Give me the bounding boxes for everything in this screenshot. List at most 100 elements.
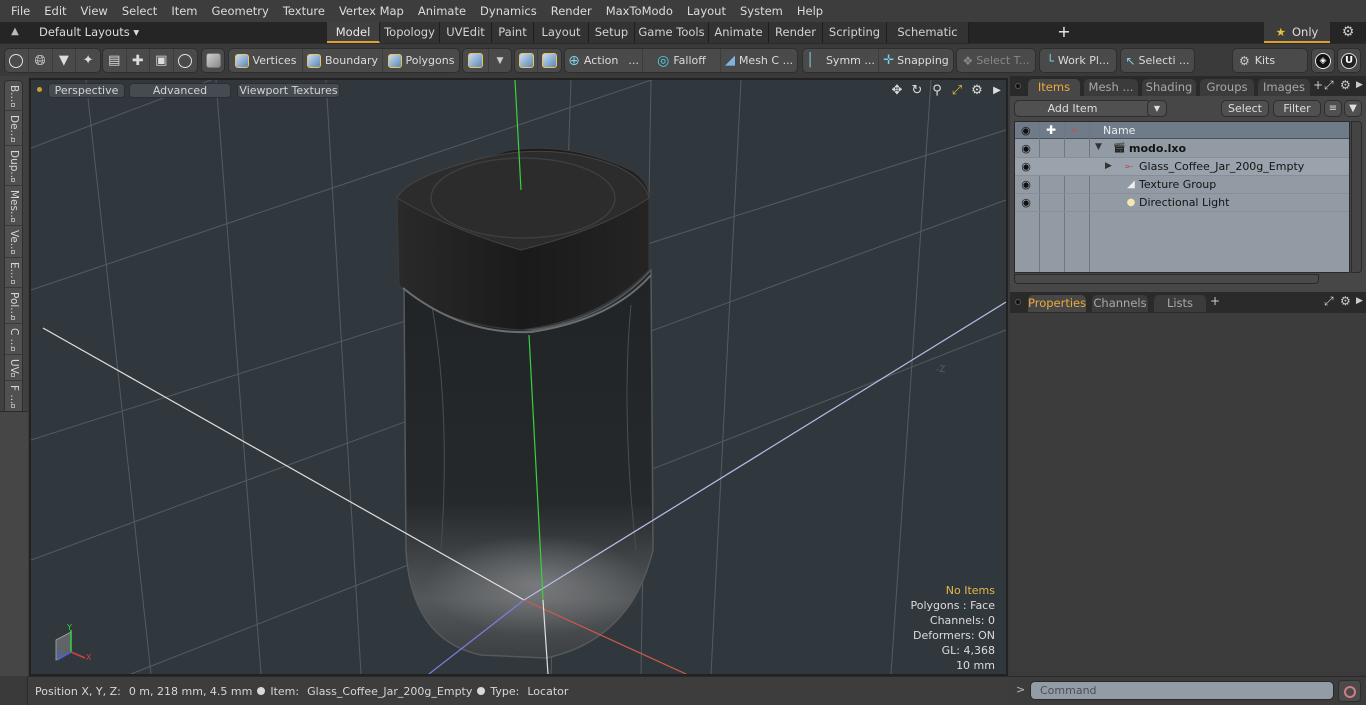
menu-system[interactable]: System <box>733 0 790 22</box>
add-panel-tab-icon[interactable]: + <box>1210 294 1220 308</box>
tab-mesh[interactable]: Mesh ... <box>1084 79 1138 96</box>
eye-icon[interactable]: ◉ <box>1019 160 1033 174</box>
viewport-menu-arrow-icon[interactable]: ▶ <box>989 83 1005 99</box>
menu-select[interactable]: Select <box>115 0 164 22</box>
advanced-dropdown[interactable]: Advanced <box>129 83 231 98</box>
menu-geometry[interactable]: Geometry <box>205 0 276 22</box>
record-macro-button[interactable] <box>1338 680 1361 702</box>
left-tab-basic[interactable]: B... <box>5 81 24 111</box>
visibility-column-eye-icon[interactable]: ◉ <box>1021 124 1031 137</box>
tab-model[interactable]: Model <box>327 22 380 43</box>
rotate-icon[interactable]: ↻ <box>909 83 925 99</box>
tab-lists[interactable]: Lists <box>1154 295 1206 312</box>
gear-icon[interactable]: ⚙ <box>1340 24 1356 40</box>
add-layout-tab-button[interactable]: + <box>1057 22 1071 42</box>
left-tab-fusion[interactable]: F ... <box>5 381 24 411</box>
only-button[interactable]: ★ Only <box>1264 22 1330 43</box>
tab-scripting[interactable]: Scripting <box>823 22 887 43</box>
left-tab-polygon[interactable]: Pol... <box>5 288 24 324</box>
left-tab-vertex[interactable]: Ve... <box>5 226 24 258</box>
command-input[interactable] <box>1030 681 1334 700</box>
tab-topology[interactable]: Topology <box>380 22 440 43</box>
panel-dot-icon[interactable] <box>1015 299 1021 305</box>
menu-view[interactable]: View <box>74 0 115 22</box>
item-list-horizontal-scrollbar[interactable] <box>1014 274 1319 284</box>
clock-tool-button[interactable] <box>174 49 197 72</box>
add-item-button[interactable]: Add Item <box>1014 100 1151 117</box>
add-item-dropdown[interactable]: ▼ <box>1147 100 1167 117</box>
pivot-toggle[interactable] <box>538 49 561 72</box>
tab-channels[interactable]: Channels <box>1092 295 1148 312</box>
list-options-button[interactable]: ≡ <box>1324 100 1342 117</box>
panel-gear-icon[interactable]: ⚙ <box>1340 294 1351 308</box>
item-row-modo-lxo[interactable]: ◉ ▼ 🎬︎ modo.lxo <box>1015 140 1349 158</box>
item-row-glass-coffee-jar[interactable]: ◉ ▶ ⟜ Glass_Coffee_Jar_200g_Empty <box>1015 158 1349 176</box>
polygons-button[interactable]: Polygons <box>383 49 459 72</box>
menu-maxtomodo[interactable]: MaxToModo <box>599 0 680 22</box>
item-row-texture-group[interactable]: ◉ ◢ Texture Group <box>1015 176 1349 194</box>
layers-tool-button[interactable]: ▤ <box>103 49 127 72</box>
item-list-vertical-scrollbar[interactable] <box>1351 121 1362 273</box>
3d-viewport[interactable]: -Z Y X Z Perspective Advanced Viewport T… <box>29 78 1008 676</box>
item-row-directional-light[interactable]: ◉ ● Directional Light <box>1015 194 1349 212</box>
menu-help[interactable]: Help <box>790 0 830 22</box>
tab-properties[interactable]: Properties <box>1028 295 1086 312</box>
tab-render[interactable]: Render <box>769 22 823 43</box>
left-tab-edge[interactable]: E... <box>5 258 24 288</box>
default-layouts-dropdown[interactable]: Default Layouts ▾ <box>39 22 139 43</box>
viewport-status-dot[interactable] <box>37 87 42 92</box>
lock-column-icon[interactable]: ✚ <box>1046 123 1056 137</box>
maximize-icon[interactable]: ⤢ <box>949 83 965 99</box>
boundary-button[interactable]: Boundary <box>303 49 383 72</box>
falloff-button[interactable]: ◎ Falloff <box>643 49 721 72</box>
panel-gear-icon[interactable]: ⚙ <box>1340 78 1351 92</box>
panel-arrow-icon[interactable]: ▶ <box>1356 296 1363 306</box>
menu-edit[interactable]: Edit <box>37 0 73 22</box>
unity-button[interactable]: ◈ <box>1312 49 1334 72</box>
tab-schematic-fusion[interactable]: Schematic Fusion <box>887 22 969 59</box>
pan-icon[interactable]: ✥ <box>889 83 905 99</box>
mesh-constraint-button[interactable]: ◢ Mesh C ... <box>721 49 797 72</box>
symmetry-button[interactable]: │ Symm ... <box>803 49 879 72</box>
viewport-gear-icon[interactable]: ⚙ <box>969 83 985 99</box>
square-target-tool-button[interactable]: ▣ <box>150 49 174 72</box>
item-mode-button[interactable] <box>202 49 224 72</box>
mode-dropdown-button[interactable]: ▼ <box>489 49 511 72</box>
material-mode-button[interactable] <box>463 49 489 72</box>
left-tab-duplicate[interactable]: Dup... <box>5 146 24 186</box>
name-column-header[interactable]: Name <box>1103 122 1135 139</box>
menu-file[interactable]: File <box>4 0 37 22</box>
bezier-tool-button[interactable]: ✦ <box>76 49 100 72</box>
menu-vertex-map[interactable]: Vertex Map <box>332 0 411 22</box>
viewport-textures-dropdown[interactable]: Viewport Textures <box>237 83 340 98</box>
select-through-button[interactable]: ❖ Select T... <box>957 49 1035 72</box>
collapse-triangle-icon[interactable]: ▼ <box>1095 142 1102 152</box>
menu-render[interactable]: Render <box>544 0 599 22</box>
action-button[interactable]: ⊕ Action... <box>565 49 643 72</box>
panel-arrow-icon[interactable]: ▶ <box>1356 80 1363 90</box>
tab-shading[interactable]: Shading <box>1142 79 1196 96</box>
type-column-axes-icon[interactable]: ⟜ <box>1071 123 1080 137</box>
expand-panel-icon[interactable]: ⤢ <box>1324 294 1334 309</box>
kits-button[interactable]: ⚙ Kits <box>1233 49 1307 72</box>
work-plane-button[interactable]: └ Work Pl... <box>1040 49 1116 72</box>
panel-dot-icon[interactable] <box>1015 83 1021 89</box>
selection-sets-button[interactable]: ↖ Selecti ... <box>1121 49 1194 72</box>
action-center-toggle[interactable] <box>515 49 538 72</box>
menu-item[interactable]: Item <box>164 0 204 22</box>
tab-setup[interactable]: Setup <box>589 22 635 43</box>
menu-texture[interactable]: Texture <box>276 0 332 22</box>
eye-icon[interactable]: ◉ <box>1019 142 1033 156</box>
expand-panel-icon[interactable]: ⤢ <box>1324 78 1334 93</box>
tab-images[interactable]: Images <box>1258 79 1310 96</box>
left-tab-uv[interactable]: UV <box>5 355 24 381</box>
tab-game-tools[interactable]: Game Tools <box>635 22 709 43</box>
filter-button[interactable]: Filter <box>1273 100 1321 117</box>
zoom-icon[interactable]: ⚲ <box>929 83 945 99</box>
expand-triangle-icon[interactable]: ▶ <box>1105 161 1112 171</box>
tab-items[interactable]: Items <box>1028 79 1080 96</box>
tab-layout[interactable]: Layout <box>534 22 589 43</box>
filter-funnel-button[interactable]: ▼ <box>1344 100 1362 117</box>
eye-icon[interactable]: ◉ <box>1019 178 1033 192</box>
menu-animate[interactable]: Animate <box>411 0 473 22</box>
